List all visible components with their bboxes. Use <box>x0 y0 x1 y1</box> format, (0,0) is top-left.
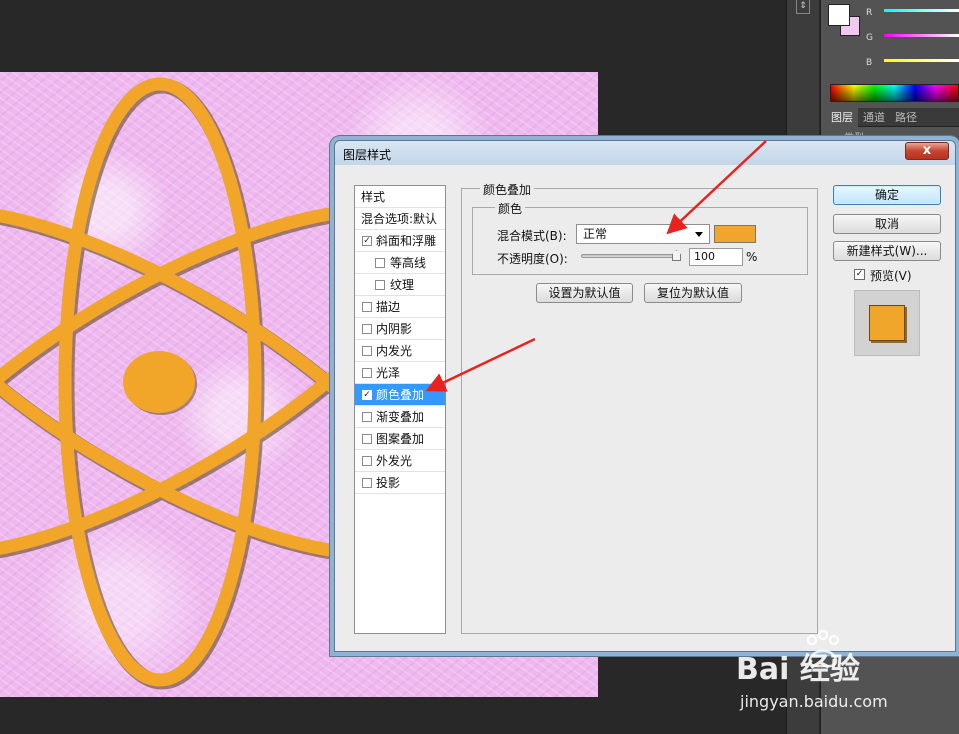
ok-label: 确定 <box>874 188 899 202</box>
opacity-value: 100 <box>694 250 715 263</box>
style-item-label: 等高线 <box>390 256 427 270</box>
style-item-checkbox[interactable] <box>362 412 372 422</box>
make-default-button[interactable]: 设置为默认值 <box>536 283 633 303</box>
opacity-input[interactable]: 100 <box>689 248 743 266</box>
style-preview-swatch <box>869 305 905 341</box>
channel-g-slider[interactable] <box>884 34 959 37</box>
color-overlay-section: 颜色叠加 颜色 混合模式(B): 正常 不透明度(O): 100 % 设置为默认… <box>461 181 818 634</box>
style-item-label: 光泽 <box>376 366 401 380</box>
percent-sign: % <box>746 250 758 264</box>
style-item-checkbox[interactable] <box>362 478 372 488</box>
style-item-checkbox[interactable]: ✓ <box>362 390 372 400</box>
style-item-label: 渐变叠加 <box>376 410 425 424</box>
style-item-label: 斜面和浮雕 <box>376 234 437 248</box>
style-item[interactable]: 纹理 <box>355 274 445 296</box>
style-item-label: 内发光 <box>376 344 413 358</box>
reset-default-label: 复位为默认值 <box>656 286 729 300</box>
section-title: 颜色叠加 <box>480 181 535 198</box>
styles-header[interactable]: 样式 <box>355 186 445 208</box>
style-item-checkbox[interactable] <box>362 368 372 378</box>
ok-button[interactable]: 确定 <box>833 185 941 205</box>
tab-channels[interactable]: 通道 <box>858 108 890 127</box>
style-item-checkbox[interactable] <box>362 302 372 312</box>
style-item[interactable]: ✓ 颜色叠加 <box>355 384 445 406</box>
style-item[interactable]: 内阴影 <box>355 318 445 340</box>
blend-options-item[interactable]: 混合选项:默认 <box>355 208 445 230</box>
style-item-checkbox[interactable] <box>362 346 372 356</box>
new-style-label: 新建样式(W)... <box>846 244 928 258</box>
reset-default-button[interactable]: 复位为默认值 <box>644 283 742 303</box>
chevron-down-icon <box>695 232 703 237</box>
close-icon: x <box>922 143 932 158</box>
preview-label: 预览(V) <box>870 269 912 283</box>
style-item-label: 颜色叠加 <box>376 388 425 402</box>
color-spectrum[interactable] <box>830 84 959 102</box>
blend-options-label: 混合选项:默认 <box>361 212 438 226</box>
style-item[interactable]: 外发光 <box>355 450 445 472</box>
style-item[interactable]: 内发光 <box>355 340 445 362</box>
foreground-color-swatch[interactable] <box>828 4 850 26</box>
style-item-checkbox[interactable]: ✓ <box>362 236 372 246</box>
color-group: 颜色 混合模式(B): 正常 不透明度(O): 100 % <box>472 200 808 275</box>
make-default-label: 设置为默认值 <box>548 286 621 300</box>
close-button[interactable]: x <box>905 142 949 160</box>
blend-mode-label: 混合模式(B): <box>497 229 567 243</box>
opacity-label: 不透明度(O): <box>497 252 568 266</box>
tab-layers[interactable]: 图层 <box>826 108 858 127</box>
style-item[interactable]: 图案叠加 <box>355 428 445 450</box>
style-item-checkbox[interactable] <box>362 434 372 444</box>
style-item[interactable]: 投影 <box>355 472 445 494</box>
style-item-checkbox[interactable] <box>362 324 372 334</box>
dialog-titlebar[interactable]: 图层样式 x <box>335 141 955 165</box>
channel-g-label: G <box>866 33 873 43</box>
group-title: 颜色 <box>495 200 526 217</box>
channel-r-label: R <box>866 8 873 18</box>
layer-style-dialog: 图层样式 x 样式 混合选项:默认 ✓ 斜面和浮雕等高线纹理描边内阴影内发光光泽 ✓… <box>334 140 956 652</box>
style-item-label: 图案叠加 <box>376 432 425 446</box>
styles-list: 样式 混合选项:默认 ✓ 斜面和浮雕等高线纹理描边内阴影内发光光泽 ✓ 颜色叠加渐变叠… <box>354 185 446 634</box>
baidu-logo-text: Bai 经验 <box>736 652 860 687</box>
style-item[interactable]: 光泽 <box>355 362 445 384</box>
tab-paths[interactable]: 路径 <box>890 108 922 127</box>
panel-collapse-icon[interactable]: ⇕ <box>796 0 810 14</box>
style-item[interactable]: 渐变叠加 <box>355 406 445 428</box>
layers-panel-tabs: 图层 通道 路径 <box>826 108 959 127</box>
style-item[interactable]: 等高线 <box>355 252 445 274</box>
blend-mode-select[interactable]: 正常 <box>576 224 710 244</box>
opacity-slider-handle[interactable] <box>672 250 681 261</box>
baidu-url: jingyan.baidu.com <box>740 692 888 711</box>
photoshop-window: ⇕ R G B 图层 通道 路径 类型 图层样式 x 样式 混合选项:默认 ✓ 斜面和… <box>0 0 959 734</box>
baidu-watermark: Bai 经验 jingyan.baidu.com <box>736 630 956 716</box>
style-item-checkbox[interactable] <box>362 456 372 466</box>
style-item-label: 投影 <box>376 476 401 490</box>
style-item-label: 纹理 <box>390 278 415 292</box>
style-item[interactable]: ✓ 斜面和浮雕 <box>355 230 445 252</box>
opacity-slider-track[interactable] <box>581 254 681 258</box>
cancel-label: 取消 <box>874 217 899 231</box>
checkmark-icon: ✓ <box>855 269 864 279</box>
new-style-button[interactable]: 新建样式(W)... <box>833 241 941 261</box>
styles-header-label: 样式 <box>361 190 386 204</box>
style-item-label: 外发光 <box>376 454 413 468</box>
style-preview <box>854 290 920 356</box>
preview-checkbox[interactable]: ✓ <box>854 269 865 280</box>
style-item-checkbox[interactable] <box>375 258 385 268</box>
style-item-label: 描边 <box>376 300 401 314</box>
channel-b-slider[interactable] <box>884 59 959 62</box>
style-item[interactable]: 描边 <box>355 296 445 318</box>
blend-mode-value: 正常 <box>583 227 608 241</box>
overlay-color-swatch[interactable] <box>714 225 756 243</box>
channel-r-slider[interactable] <box>884 9 959 12</box>
dialog-title: 图层样式 <box>343 148 392 162</box>
style-item-checkbox[interactable] <box>375 280 385 290</box>
cancel-button[interactable]: 取消 <box>833 214 941 234</box>
style-item-label: 内阴影 <box>376 322 413 336</box>
channel-b-label: B <box>866 58 873 68</box>
